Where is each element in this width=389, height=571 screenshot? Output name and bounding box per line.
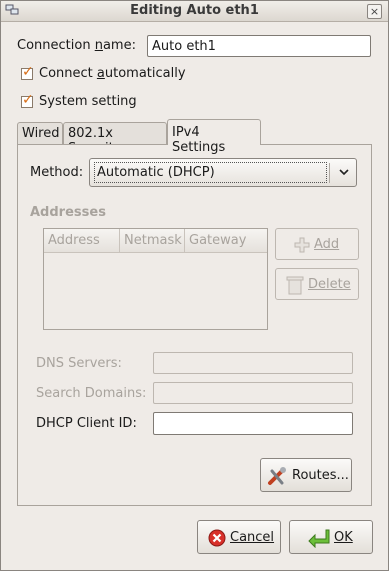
cancel-button-label: Cancel bbox=[230, 530, 275, 545]
ok-button[interactable]: OK bbox=[289, 520, 373, 554]
method-select-value: Automatic (DHCP) bbox=[94, 162, 327, 183]
add-button[interactable]: Add bbox=[275, 228, 359, 260]
checkmark-icon: ✓ bbox=[22, 92, 34, 108]
system-setting-label[interactable]: System setting bbox=[39, 94, 137, 109]
column-header-netmask[interactable]: Netmask bbox=[120, 229, 185, 253]
method-label: Method: bbox=[30, 165, 84, 180]
dialog-window: Editing Auto eth1 × Connection name: Aut… bbox=[0, 0, 389, 571]
addresses-table: Address Netmask Gateway bbox=[43, 228, 268, 330]
dhcp-client-id-label: DHCP Client ID: bbox=[36, 416, 137, 431]
checkmark-icon: ✓ bbox=[22, 64, 34, 80]
title-bar[interactable]: Editing Auto eth1 × bbox=[1, 1, 388, 22]
search-domains-input[interactable] bbox=[153, 382, 353, 404]
window-title: Editing Auto eth1 bbox=[130, 3, 259, 18]
close-icon: × bbox=[369, 5, 380, 18]
tools-icon bbox=[268, 467, 286, 485]
routes-button[interactable]: Routes... bbox=[260, 458, 352, 492]
close-button[interactable]: × bbox=[367, 4, 382, 19]
cancel-button[interactable]: Cancel bbox=[197, 520, 281, 554]
ok-arrow-icon bbox=[308, 529, 330, 548]
trash-icon bbox=[286, 276, 304, 295]
connection-name-input[interactable]: Auto eth1 bbox=[147, 35, 371, 57]
connect-automatically-label[interactable]: Connect automatically bbox=[39, 66, 186, 81]
tab-wired[interactable]: Wired bbox=[17, 122, 63, 144]
column-header-address[interactable]: Address bbox=[44, 229, 120, 253]
system-setting-checkbox[interactable]: ✓ bbox=[21, 92, 34, 108]
chevron-down-icon bbox=[339, 169, 349, 176]
delete-button[interactable]: Delete bbox=[275, 268, 359, 300]
connect-automatically-checkbox[interactable]: ✓ bbox=[21, 64, 34, 80]
tab-ipv4-settings[interactable]: IPv4 Settings bbox=[167, 119, 261, 155]
dns-servers-input[interactable] bbox=[153, 352, 353, 374]
add-button-label: Add bbox=[314, 237, 340, 252]
method-select[interactable]: Automatic (DHCP) bbox=[89, 158, 357, 187]
search-domains-label: Search Domains: bbox=[36, 386, 147, 401]
column-header-gateway[interactable]: Gateway bbox=[185, 229, 267, 253]
tab-802-1x-security[interactable]: 802.1x Security bbox=[63, 122, 167, 156]
addresses-heading: Addresses bbox=[30, 205, 106, 220]
delete-button-label: Delete bbox=[308, 277, 351, 292]
routes-button-label: Routes... bbox=[292, 468, 349, 483]
connection-name-label: Connection name: bbox=[17, 38, 136, 53]
plus-icon bbox=[294, 237, 310, 253]
ok-button-label: OK bbox=[334, 530, 353, 545]
dhcp-client-id-input[interactable] bbox=[153, 412, 353, 435]
dns-servers-label: DNS Servers: bbox=[36, 356, 122, 371]
cancel-icon bbox=[208, 529, 226, 547]
